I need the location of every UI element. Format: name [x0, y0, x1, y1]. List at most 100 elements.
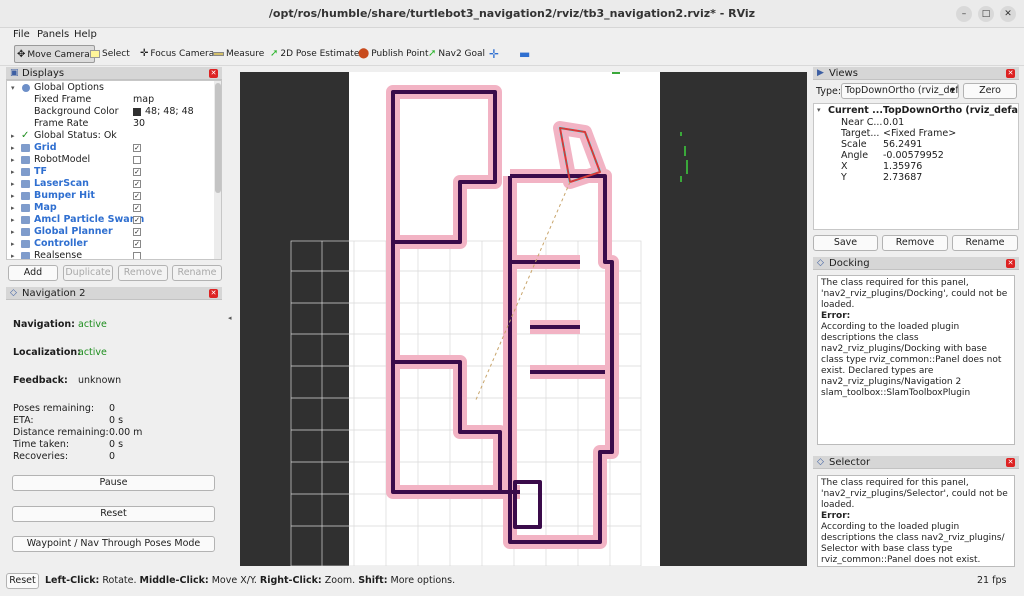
pause-button[interactable]: Pause [12, 475, 215, 491]
measure-tool[interactable]: Measure [211, 45, 268, 63]
visibility-checkbox[interactable]: ✓ [133, 144, 141, 152]
visibility-checkbox[interactable]: ✓ [133, 216, 141, 224]
display-item[interactable]: ▸ Realsense [7, 250, 213, 259]
expand-down-icon: ▾ [817, 106, 821, 114]
select-tool[interactable]: Select [88, 45, 134, 63]
pose-estimate-tool[interactable]: ➚ 2D Pose Estimate [268, 45, 363, 63]
expand-right-icon[interactable]: ▸ [11, 202, 15, 214]
display-item[interactable]: ▸ Amcl Particle Swarm ✓ [7, 214, 213, 226]
render-viewport[interactable] [240, 72, 807, 566]
view-type-label: Type: [816, 86, 842, 97]
rename-display-button[interactable]: Rename [172, 265, 222, 281]
fixed-frame-value[interactable]: map [133, 94, 154, 106]
menu-file[interactable]: File [13, 29, 30, 40]
view-property-value[interactable]: 2.73687 [883, 172, 922, 183]
focus-camera-tool[interactable]: ✛ Focus Camera [138, 45, 218, 63]
close-docking-icon[interactable]: ✕ [1006, 259, 1015, 268]
expand-right-icon[interactable]: ▸ [11, 154, 15, 166]
visibility-checkbox[interactable]: ✓ [133, 192, 141, 200]
reset-view-button[interactable]: Reset [6, 573, 39, 589]
frame-rate-row[interactable]: Frame Rate 30 [7, 118, 213, 130]
view-property-value[interactable]: <Fixed Frame> [883, 128, 956, 139]
display-item[interactable]: ▸ TF ✓ [7, 166, 213, 178]
close-navigation-icon[interactable]: ✕ [209, 289, 218, 298]
displays-scrollbar[interactable] [214, 81, 221, 259]
view-property-value[interactable]: 56.2491 [883, 139, 922, 150]
visibility-checkbox[interactable]: ✓ [133, 228, 141, 236]
fps-counter: 21 fps [977, 575, 1007, 586]
expand-right-icon[interactable]: ▸ [11, 142, 15, 154]
display-item[interactable]: ▸ Map ✓ [7, 202, 213, 214]
expand-right-icon[interactable]: ▸ [11, 166, 15, 178]
background-color-value[interactable]: 48; 48; 48 [145, 106, 194, 118]
visibility-checkbox[interactable]: ✓ [133, 204, 141, 212]
display-item[interactable]: ▸ LaserScan ✓ [7, 178, 213, 190]
remove-view-button[interactable]: Remove [882, 235, 948, 251]
global-status-row[interactable]: ▸ ✓ Global Status: Ok [7, 130, 213, 142]
view-property-value[interactable]: -0.00579952 [883, 150, 944, 161]
visibility-checkbox[interactable] [133, 252, 141, 259]
rename-view-button[interactable]: Rename [952, 235, 1018, 251]
expand-right-icon[interactable]: ▸ [11, 214, 15, 226]
remove-display-button[interactable]: Remove [118, 265, 168, 281]
close-views-icon[interactable]: ✕ [1006, 69, 1015, 78]
nav2-goal-tool[interactable]: ➚ Nav2 Goal [426, 45, 489, 63]
map-canvas[interactable] [240, 72, 807, 566]
background-color-row[interactable]: Background Color 48; 48; 48 [7, 106, 213, 118]
add-display-button[interactable]: Add [8, 265, 58, 281]
reset-navigation-button[interactable]: Reset [12, 506, 215, 522]
global-options-row[interactable]: ▾ Global Options [7, 82, 213, 94]
close-button[interactable]: ✕ [1000, 6, 1016, 22]
select-icon [90, 49, 100, 58]
visibility-checkbox[interactable] [133, 156, 141, 164]
measure-label: Measure [226, 49, 265, 59]
display-item[interactable]: ▸ Grid ✓ [7, 142, 213, 154]
expand-right-icon[interactable]: ▸ [11, 226, 15, 238]
expand-right-icon[interactable]: ▸ [11, 250, 15, 259]
fixed-frame-row[interactable]: Fixed Frame map [7, 94, 213, 106]
expand-right-icon: ▸ [11, 132, 15, 140]
menu-help[interactable]: Help [74, 29, 97, 40]
move-camera-tool[interactable]: ✥ Move Camera [14, 45, 95, 63]
remove-tool-button[interactable]: ▬ [517, 45, 534, 63]
view-property-key: X [841, 161, 848, 172]
duplicate-display-button[interactable]: Duplicate [63, 265, 113, 281]
save-view-button[interactable]: Save [813, 235, 878, 251]
fixed-frame-label: Fixed Frame [34, 94, 92, 105]
close-displays-icon[interactable]: ✕ [209, 69, 218, 78]
view-property-value[interactable]: 1.35976 [883, 161, 922, 172]
display-type-icon [21, 228, 30, 236]
display-item[interactable]: ▸ RobotModel [7, 154, 213, 166]
collapse-left-icon[interactable]: ◂ [228, 314, 232, 322]
display-item-label: Global Planner [34, 226, 113, 237]
expand-right-icon[interactable]: ▸ [11, 190, 15, 202]
focus-camera-label: Focus Camera [150, 49, 215, 59]
display-item[interactable]: ▸ Bumper Hit ✓ [7, 190, 213, 202]
add-tool-button[interactable]: ✛ [487, 45, 503, 63]
docking-panel: ◇ Docking ✕ The class required for this … [813, 257, 1019, 448]
menu-panels[interactable]: Panels [37, 29, 69, 40]
maximize-button[interactable]: □ [978, 6, 994, 22]
display-item[interactable]: ▸ Controller ✓ [7, 238, 213, 250]
display-item[interactable]: ▸ Global Planner ✓ [7, 226, 213, 238]
visibility-checkbox[interactable]: ✓ [133, 240, 141, 248]
selector-message: The class required for this panel, 'nav2… [821, 478, 1008, 510]
zero-button[interactable]: Zero [963, 83, 1017, 99]
display-type-icon [21, 144, 30, 152]
move-camera-icon: ✥ [17, 49, 26, 60]
docking-error-detail: According to the loaded plugin descripti… [821, 322, 1002, 398]
visibility-checkbox[interactable]: ✓ [133, 180, 141, 188]
publish-point-tool[interactable]: ⬤ Publish Point [356, 45, 433, 63]
frame-rate-value[interactable]: 30 [133, 118, 145, 130]
display-item-label: Amcl Particle Swarm [34, 214, 145, 225]
minimize-button[interactable]: – [956, 6, 972, 22]
expand-right-icon[interactable]: ▸ [11, 238, 15, 250]
waypoint-mode-button[interactable]: Waypoint / Nav Through Poses Mode [12, 536, 215, 552]
visibility-checkbox[interactable]: ✓ [133, 168, 141, 176]
globe-icon [22, 84, 30, 92]
close-selector-icon[interactable]: ✕ [1006, 458, 1015, 467]
expand-right-icon[interactable]: ▸ [11, 178, 15, 190]
scrollbar-thumb[interactable] [215, 83, 221, 193]
view-property-value[interactable]: 0.01 [883, 117, 904, 128]
view-type-dropdown[interactable]: TopDownOrtho (rviz_def ▾ [841, 83, 959, 99]
